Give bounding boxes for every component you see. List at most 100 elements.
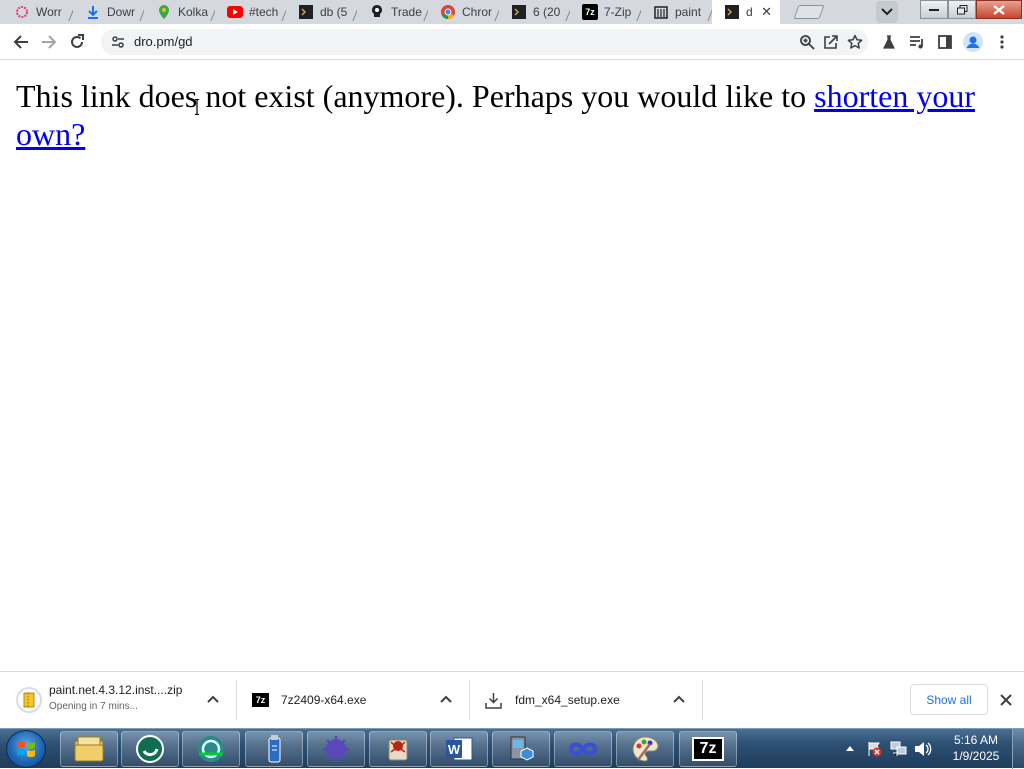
- avatar-icon: [963, 32, 983, 52]
- restore-icon: [956, 4, 967, 14]
- tab-label: Kolka: [178, 5, 209, 19]
- show-hidden-icons-icon[interactable]: [846, 745, 854, 751]
- app-swirl-icon: [136, 735, 164, 763]
- flask-icon: [883, 35, 895, 49]
- back-button[interactable]: [9, 30, 33, 54]
- tab-3[interactable]: Kolka: [144, 0, 215, 24]
- new-tab-button[interactable]: [793, 5, 825, 19]
- side-panel-icon: [938, 35, 952, 49]
- share-icon[interactable]: [822, 33, 840, 51]
- explorer-icon: [74, 736, 104, 762]
- site-info-icon[interactable]: [111, 35, 125, 54]
- taskbar-app-9[interactable]: [554, 731, 612, 767]
- tab-label: Dowr: [107, 5, 136, 19]
- computer-app-icon: [510, 736, 534, 761]
- chevron-up-icon[interactable]: [206, 692, 220, 706]
- url-text[interactable]: dro.pm/gd: [134, 34, 193, 49]
- start-button[interactable]: [6, 730, 46, 768]
- taskbar-app-5[interactable]: [307, 731, 365, 767]
- taskbar-app-explorer[interactable]: [60, 731, 118, 767]
- tab-7[interactable]: Chror: [428, 0, 499, 24]
- chevron-up-icon[interactable]: [672, 692, 686, 706]
- bookmark-star-icon[interactable]: [846, 33, 864, 51]
- not-found-message: This link does not exist (anymore). Perh…: [16, 77, 1006, 153]
- tab-label: db (5: [320, 5, 348, 19]
- bulb-icon: [369, 4, 385, 20]
- taskbar-app-4[interactable]: [245, 731, 303, 767]
- restore-button[interactable]: [948, 0, 976, 19]
- volume-icon[interactable]: [914, 741, 932, 757]
- profile-button[interactable]: [962, 31, 984, 53]
- tab-6[interactable]: Trade: [357, 0, 428, 24]
- download-status: Opening in 7 mins...: [49, 700, 138, 712]
- download-filename: paint.net.4.3.12.inst....zip: [49, 682, 183, 697]
- tab-2[interactable]: Dowr: [73, 0, 144, 24]
- text-cursor-icon: [195, 99, 199, 115]
- show-desktop-button[interactable]: [1012, 729, 1024, 769]
- labs-button[interactable]: [878, 31, 900, 53]
- terminal-icon: [724, 4, 740, 20]
- tab-10[interactable]: paint: [641, 0, 712, 24]
- spider-app-icon: [388, 739, 408, 761]
- download-item-3[interactable]: fdm_x64_setup.exe: [485, 672, 685, 728]
- download-filename: fdm_x64_setup.exe: [515, 693, 620, 707]
- window-controls: [920, 0, 1022, 20]
- taskbar-app-6[interactable]: [369, 731, 427, 767]
- minimize-button[interactable]: [920, 0, 948, 19]
- forward-button[interactable]: [37, 30, 61, 54]
- taskbar-app-8[interactable]: [492, 731, 550, 767]
- download-filename: 7z2409-x64.exe: [281, 693, 367, 707]
- windows-taskbar: W 7z 5:16 AM 1/9/2025: [0, 728, 1024, 769]
- download-shelf: paint.net.4.3.12.inst....zip Opening in …: [0, 671, 1024, 728]
- tab-label: Trade: [391, 5, 422, 19]
- chevron-up-icon[interactable]: [439, 692, 453, 706]
- terminal-icon: [298, 4, 314, 20]
- media-controls-button[interactable]: [906, 31, 928, 53]
- 7zip-icon: 7z: [252, 693, 269, 707]
- close-shelf-icon[interactable]: [998, 692, 1014, 708]
- 7zip-icon: 7z: [582, 4, 598, 20]
- download-item-2[interactable]: 7z 7z2409-x64.exe: [252, 672, 452, 728]
- side-panel-button[interactable]: [934, 31, 956, 53]
- tab-8[interactable]: 6 (20: [499, 0, 570, 24]
- youtube-icon: [227, 4, 243, 20]
- network-icon[interactable]: [890, 741, 908, 757]
- address-bar[interactable]: dro.pm/gd: [101, 29, 868, 55]
- zip-file-icon: [16, 687, 42, 713]
- action-center-icon[interactable]: [866, 741, 882, 757]
- reload-button[interactable]: [65, 30, 89, 54]
- tab-5[interactable]: db (5: [286, 0, 357, 24]
- zoom-icon[interactable]: [798, 33, 816, 51]
- taskbar-app-10[interactable]: [616, 731, 674, 767]
- download-item-1[interactable]: paint.net.4.3.12.inst....zip Opening in …: [16, 672, 226, 728]
- tab-active[interactable]: d ✕: [712, 0, 780, 24]
- more-vert-icon: [1000, 35, 1004, 49]
- menu-button[interactable]: [991, 31, 1013, 53]
- globe-app-icon: [198, 736, 224, 762]
- taskbar-app-2[interactable]: [121, 731, 179, 767]
- playlist-icon: [910, 36, 923, 49]
- maps-pin-icon: [156, 4, 172, 20]
- tab-1[interactable]: Worr: [2, 0, 73, 24]
- tab-9[interactable]: 7z 7-Zip: [570, 0, 641, 24]
- taskbar-app-7zip[interactable]: 7z: [679, 731, 737, 767]
- taskbar-app-3[interactable]: [182, 731, 240, 767]
- tab-4[interactable]: #tech: [215, 0, 286, 24]
- minimize-icon: [929, 8, 939, 11]
- svg-text:W: W: [448, 742, 461, 757]
- system-clock[interactable]: 5:16 AM 1/9/2025: [944, 732, 1008, 764]
- browser-toolbar: dro.pm/gd: [0, 24, 1024, 60]
- close-window-button[interactable]: [976, 0, 1022, 19]
- clock-date: 1/9/2025: [952, 749, 1000, 763]
- tab-close-icon[interactable]: ✕: [761, 4, 772, 20]
- message-text: This link does not exist (anymore). Perh…: [16, 78, 815, 114]
- show-all-button[interactable]: Show all: [910, 684, 988, 715]
- page-content: This link does not exist (anymore). Perh…: [0, 61, 1024, 671]
- tab-strip: Worr Dowr Kolka #tech db (5 Trade Chror …: [0, 0, 1024, 24]
- tab-label: paint: [675, 5, 702, 19]
- paint-net-icon: [653, 4, 669, 20]
- word-icon: W: [446, 737, 473, 761]
- tab-search-button[interactable]: [876, 1, 898, 23]
- taskbar-app-word[interactable]: W: [430, 731, 488, 767]
- windows-logo-icon: [17, 741, 35, 757]
